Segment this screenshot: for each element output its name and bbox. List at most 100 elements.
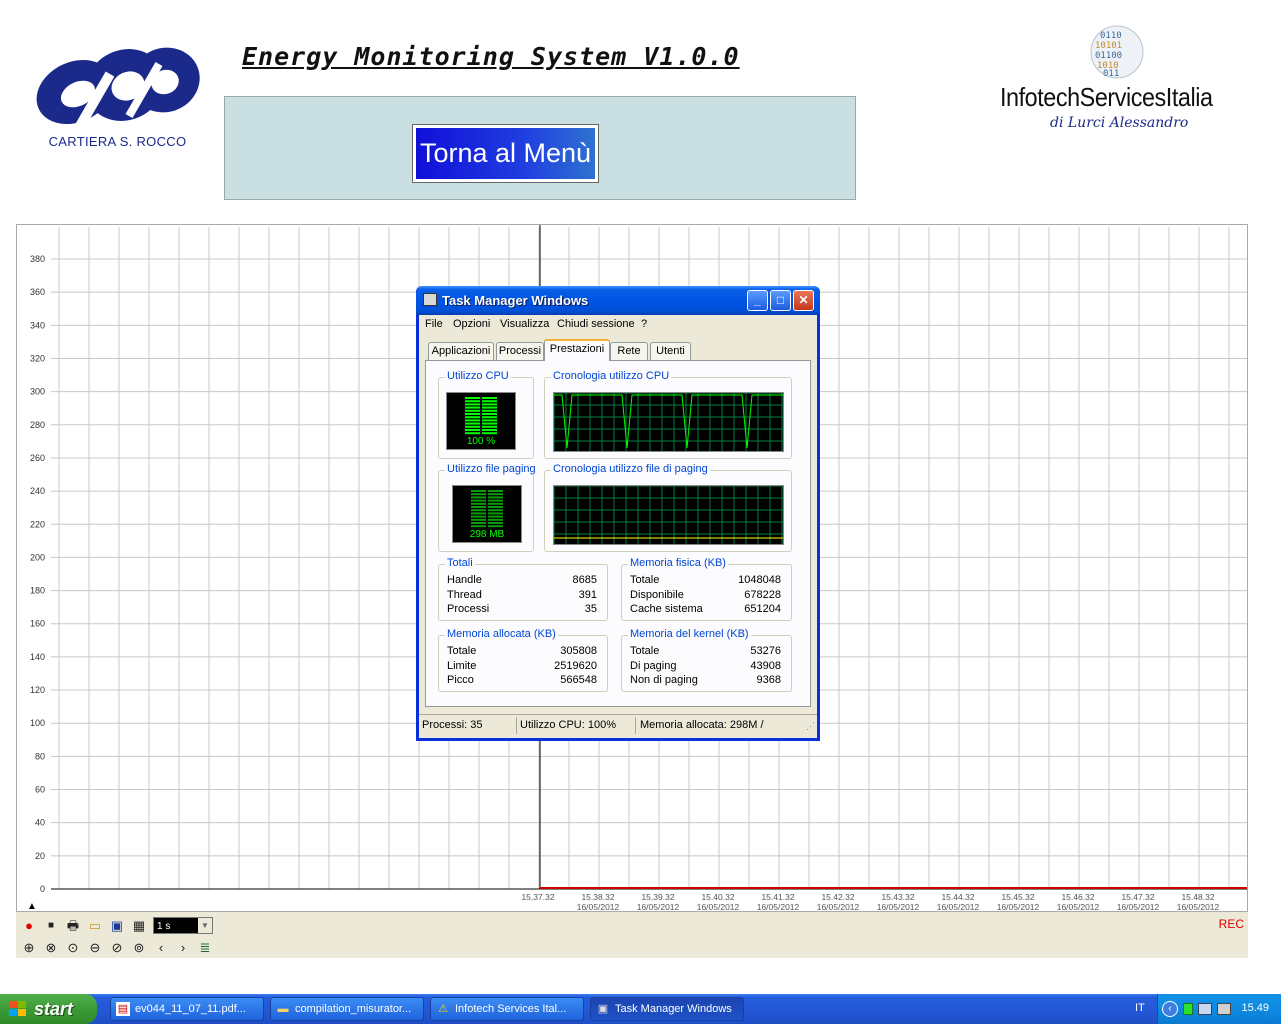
meter-segment [465, 432, 480, 435]
y-tick-label: 40 [35, 818, 45, 828]
tab-processi[interactable]: Processi [496, 342, 544, 360]
zoom-out-icon[interactable]: ⊚ [130, 939, 148, 957]
memoria-kernel-label: Memoria del kernel (KB) [628, 628, 751, 640]
stat-name: Totale [630, 645, 660, 657]
zoom-horizontal-icon[interactable]: ⊖ [86, 939, 104, 957]
paging-history-plot [553, 485, 783, 544]
meter-segment [482, 422, 497, 425]
taskbar-item-taskmanager[interactable]: ▣ Task Manager Windows [590, 997, 744, 1021]
stat-row: Handle 8685 [447, 574, 597, 588]
maximize-button[interactable]: □ [770, 290, 791, 311]
language-indicator[interactable]: IT [1135, 1002, 1145, 1014]
stat-value: 9368 [756, 674, 781, 686]
meter-segment [488, 509, 503, 512]
tab-prestazioni[interactable]: Prestazioni [544, 339, 610, 361]
meter-segment [482, 409, 497, 412]
header-panel: Torna al Menù [224, 96, 856, 200]
cartiera-logo-caption: CARTIERA S. ROCCO [48, 134, 187, 149]
x-tick-time: 15.44.32 [941, 892, 974, 902]
totali-group: Totali Handle 8685 Thread 391 Processi 35 [438, 557, 608, 621]
stat-value: 2519620 [554, 660, 597, 672]
y-tick-label: 300 [30, 387, 45, 397]
start-button[interactable]: start [0, 994, 97, 1024]
save-icon[interactable]: ▣ [108, 917, 126, 935]
folder-icon: ▬ [277, 1003, 289, 1015]
cpu-tray-icon[interactable] [1183, 1003, 1193, 1015]
x-tick-time: 15.46.32 [1061, 892, 1094, 902]
pdf-icon: ▤ [116, 1002, 130, 1016]
monitor-icon[interactable] [1217, 1003, 1231, 1015]
open-folder-icon[interactable]: ▭ [86, 917, 104, 935]
grid-settings-icon[interactable]: ▦ [130, 917, 148, 935]
x-tick-time: 15.47.32 [1121, 892, 1154, 902]
menu-help[interactable]: ? [641, 318, 647, 330]
menu-visualizza[interactable]: Visualizza [500, 318, 549, 330]
tab-utenti[interactable]: Utenti [650, 342, 691, 360]
stat-value: 53276 [750, 645, 781, 657]
memoria-kernel-group: Memoria del kernel (KB) Totale 53276 Di p… [621, 628, 792, 692]
zoom-in-icon[interactable]: ⊕ [20, 939, 38, 957]
meter-segment [465, 416, 480, 419]
resize-grip-icon[interactable]: ⋰ [806, 721, 815, 732]
stat-name: Processi [447, 603, 490, 615]
meter-segment [471, 522, 486, 524]
y-tick-label: 280 [30, 420, 45, 430]
interval-select[interactable]: 1 s ▼ [153, 917, 213, 934]
menu-opzioni[interactable]: Opzioni [453, 318, 490, 330]
meter-segment [471, 515, 486, 518]
menu-file[interactable]: File [425, 318, 443, 330]
x-tick-date: 16/05/2012 [637, 902, 680, 912]
totali-label: Totali [445, 557, 475, 569]
network-icon[interactable] [1198, 1003, 1212, 1015]
stat-row: Totale 1048048 [630, 574, 781, 588]
meter-segment [465, 400, 480, 403]
scroll-right-button[interactable]: › [174, 939, 192, 957]
interval-value: 1 s [157, 921, 171, 932]
stat-row: Thread 391 [447, 589, 597, 603]
meter-segment [482, 432, 497, 435]
status-memory: Memoria allocata: 298M / [640, 719, 764, 731]
scroll-left-button[interactable]: ‹ [152, 939, 170, 957]
tab-applicazioni[interactable]: Applicazioni [428, 342, 494, 360]
stat-value: 35 [584, 603, 597, 615]
cpu-history-plot [553, 392, 783, 451]
stat-row: Non di paging 9368 [630, 674, 781, 688]
tray-expand-icon[interactable]: ‹ [1162, 1001, 1178, 1017]
close-button[interactable]: ✕ [793, 290, 814, 311]
svg-text:0110: 0110 [1100, 31, 1122, 41]
x-tick-date: 16/05/2012 [1117, 902, 1160, 912]
back-to-menu-button[interactable]: Torna al Menù [412, 124, 599, 183]
zoom-reset-icon[interactable]: ⊘ [108, 939, 126, 957]
taskbar-item-pdf[interactable]: ▤ ev044_11_07_11.pdf... [110, 997, 264, 1021]
export-icon[interactable]: ≣ [196, 939, 214, 957]
taskbar-item-folder[interactable]: ▬ compilation_misurator... [270, 997, 424, 1021]
x-tick-date: 16/05/2012 [1057, 902, 1100, 912]
taskbar-item-label: Infotech Services Ital... [455, 1003, 567, 1015]
stop-icon[interactable]: ■ [42, 917, 60, 935]
meter-segment [482, 397, 497, 399]
minimize-button[interactable]: _ [747, 290, 768, 311]
memoria-fisica-label: Memoria fisica (KB) [628, 557, 728, 569]
paging-history-group: Cronologia utilizzo file di paging [544, 463, 792, 552]
print-icon[interactable]: 🖶 [64, 917, 82, 935]
task-manager-window[interactable]: Task Manager Windows _ □ ✕ File Opzioni … [416, 286, 820, 741]
record-icon[interactable]: ● [20, 917, 38, 935]
meter-segment [488, 522, 503, 524]
warning-icon: ⚠ [438, 1003, 448, 1015]
y-tick-label: 160 [30, 619, 45, 629]
clock: 15.49 [1241, 1002, 1269, 1014]
taskbar-item-infotech[interactable]: ⚠ Infotech Services Ital... [430, 997, 584, 1021]
memoria-allocata-label: Memoria allocata (KB) [445, 628, 558, 640]
meter-segment [465, 413, 480, 415]
zoom-fit-icon[interactable]: ⊙ [64, 939, 82, 957]
x-tick-time: 15.43.32 [881, 892, 914, 902]
task-manager-titlebar[interactable]: Task Manager Windows _ □ ✕ [416, 286, 820, 315]
windows-flag-icon [9, 1001, 26, 1016]
meter-segment [465, 422, 480, 425]
performance-pane: Utilizzo CPU 100 % Cronologia utilizzo C… [425, 360, 811, 707]
taskbar-item-label: ev044_11_07_11.pdf... [135, 1003, 246, 1015]
tab-rete[interactable]: Rete [610, 342, 648, 360]
zoom-x-icon[interactable]: ⊗ [42, 939, 60, 957]
stat-row: Picco 566548 [447, 674, 597, 688]
menu-chiudi-sessione[interactable]: Chiudi sessione [557, 318, 635, 330]
